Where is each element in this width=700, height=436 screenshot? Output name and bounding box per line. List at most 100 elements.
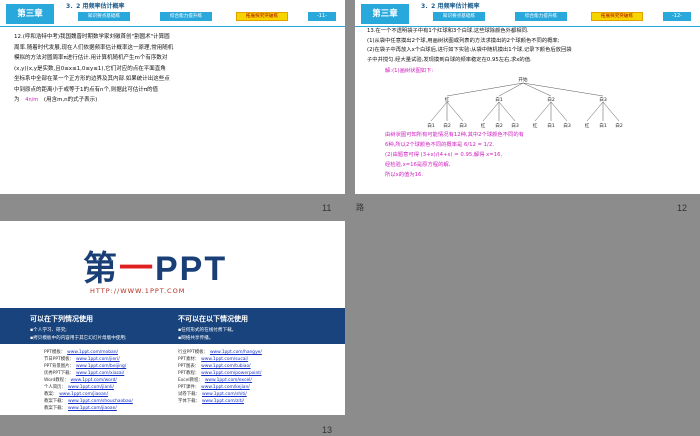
- link-row: PPT素材： www.1ppt.com/sucai/: [178, 357, 249, 362]
- tree-edges: [430, 82, 620, 122]
- link[interactable]: www.1ppt.com/excel/: [205, 378, 252, 383]
- tree-node-l1: 白1: [495, 96, 503, 103]
- link[interactable]: www.1ppt.com/sucai/: [201, 357, 248, 362]
- link-row: 教案下载： www.1ppt.com/shouchaobao/: [44, 399, 133, 404]
- tab-basic[interactable]: 知识要点基础练: [78, 12, 130, 21]
- link-row: Excel教程： www.1ppt.com/excel/: [178, 378, 252, 383]
- text-line: (1)从袋中任意摸出2个球,用画树状图或列表的方法求摸出的2个球颜色不同的概率;: [367, 37, 560, 44]
- text-line: 13.在一个不透明袋子中有1个红球和3个白球,这些球除颜色外都相同.: [367, 28, 529, 34]
- solution-body: 由树状图可知所有可能情况有12种,其中2个球颜色不同的有 6种,所以2个球颜色不…: [385, 130, 695, 180]
- link-row: 行业PPT模板： www.1ppt.com/hangye/: [178, 350, 262, 355]
- slide-11[interactable]: 第三章 3．2 用频率估计概率 知识要点基础练 综合能力提升练 拓展探究突破练 …: [0, 0, 345, 194]
- tree-node-l2: 白2: [495, 122, 503, 129]
- section-title: 3．2 用频率估计概率: [421, 3, 480, 10]
- text-line: 12.(呼和浩特中考)我国魏晋时期数学家刘徽首创"割圆术"计算圆: [14, 34, 170, 40]
- link[interactable]: www.1ppt.com/word/: [70, 378, 116, 383]
- text-line: 6种,所以2个球颜色不同的概率是 6/12 = 1/2.: [385, 142, 494, 148]
- tree-node-l1: 红: [445, 96, 450, 103]
- section-title: 3．2 用频率估计概率: [66, 3, 125, 10]
- tree-node-l1: 白2: [547, 96, 555, 103]
- tab-comprehensive[interactable]: 综合能力提升练: [160, 12, 212, 21]
- tab-extension[interactable]: 拓展探究突破练: [591, 12, 643, 21]
- slide-header: 第三章 3．2 用频率估计概率 知识要点基础练 综合能力提升练 拓展探究突破练 …: [0, 0, 345, 27]
- tree-node-l1: 白3: [599, 96, 607, 103]
- ppt-logo: 第一PPT: [83, 252, 227, 286]
- logo-url: HTTP://WWW.1PPT.COM: [90, 287, 186, 295]
- link-row: 节日PPT模板： www.1ppt.com/jieri/: [44, 357, 120, 362]
- answer-prefix: 为: [14, 97, 20, 103]
- text-line-answer: 为 4n/m (用含m,n的式子表示): [14, 95, 339, 106]
- allowed-heading: 可以在下列情况使用: [30, 315, 93, 323]
- text-line: 所以x的值为16.: [385, 172, 424, 178]
- tab-extension[interactable]: 拓展探究突破练: [236, 12, 288, 21]
- text-line: 中到原点的距离小于或等于1的点有n个,则据此可估计π的值: [14, 86, 159, 93]
- link-row: 试卷下载： www.1ppt.com/shiti/: [178, 392, 247, 397]
- answer-suffix: (用含m,n的式子表示): [43, 97, 98, 103]
- tree-node-l2: 白2: [615, 122, 623, 129]
- slide-number-13: 13: [322, 425, 333, 435]
- text-line: 周率.随着时代发展,现在人们依据频率估计概率这一原理,常用随机: [14, 44, 174, 51]
- text-line: 坐标系中全部在某一个正方形的边界及其内部.如果统计出这些点: [14, 76, 170, 82]
- header-page-number: -12-: [663, 12, 691, 21]
- link[interactable]: www.1ppt.com/tubiao/: [201, 364, 250, 369]
- text-line: (2)在袋子中再放入x个白球后,进行如下实验:从袋中随机摸出1个球,记录下颜色后…: [367, 47, 572, 53]
- tree-node-l2: 白1: [427, 122, 435, 129]
- link-row: 教案： www.1ppt.com/jiaoan/: [44, 392, 109, 397]
- allowed-item: ▪个人学习、研究;: [30, 328, 67, 333]
- link-row: PPT背景图片： www.1ppt.com/beijing/: [44, 364, 127, 369]
- link[interactable]: www.1ppt.com/ziti/: [202, 399, 244, 404]
- tab-basic[interactable]: 知识要点基础练: [433, 12, 485, 21]
- tree-node-l2: 红: [533, 122, 538, 129]
- slide-header: 第三章 3．2 用频率估计概率 知识要点基础练 综合能力提升练 拓展探究突破练 …: [355, 0, 700, 27]
- tree-node-l2: 白3: [563, 122, 571, 129]
- allowed-item: ▪拷贝模板中的内容用于其它幻灯片母版中使用;: [30, 336, 127, 341]
- link[interactable]: www.1ppt.com/hangye/: [210, 350, 262, 355]
- link[interactable]: www.1ppt.com/jiaoan/: [68, 406, 117, 411]
- header-divider: [0, 26, 345, 27]
- link-row: 教案下载： www.1ppt.com/jiaoan/: [44, 406, 117, 411]
- header-page-number: -11-: [308, 12, 336, 21]
- forbidden-item: ▪任何形式的在线付费下载。: [178, 328, 237, 333]
- link[interactable]: www.1ppt.com/shouchaobao/: [68, 399, 133, 404]
- chapter-label: 第三章: [361, 4, 409, 24]
- slide-12[interactable]: 第三章 3．2 用频率估计概率 知识要点基础练 综合能力提升练 拓展探究突破练 …: [355, 0, 700, 194]
- link[interactable]: www.1ppt.com/shiti/: [202, 392, 247, 397]
- tree-node-l2: 红: [585, 122, 590, 129]
- solution-title: 解:(1)画树状图如下:: [385, 68, 434, 74]
- link[interactable]: www.1ppt.com/powerpoint/: [201, 371, 261, 376]
- text-line: 模拟的方法对圆周率π进行估计.用计算机随机产生m个有序数对: [14, 55, 168, 61]
- link-row: 个人简历： www.1ppt.com/jianli/: [44, 385, 114, 390]
- link[interactable]: www.1ppt.com/jiaoan/: [59, 392, 108, 397]
- tree-node-l2: 白1: [547, 122, 555, 129]
- link-row: PPT教程： www.1ppt.com/powerpoint/: [178, 371, 262, 376]
- link-row: 字体下载： www.1ppt.com/ziti/: [178, 399, 245, 404]
- text-line: (2)由题意可得 (3+x)/(4+x) = 0.95,解得 x=16,: [385, 152, 503, 158]
- question-12: 12.(呼和浩特中考)我国魏晋时期数学家刘徽首创"割圆术"计算圆 周率.随着时代…: [14, 32, 339, 106]
- tree-node-l2: 白3: [459, 122, 467, 129]
- tab-comprehensive[interactable]: 综合能力提升练: [515, 12, 567, 21]
- link[interactable]: www.1ppt.com/moban/: [67, 350, 118, 355]
- logo-ppt: PPT: [155, 250, 228, 288]
- text-line: 子中并搅匀.经大量试验,发现摸到白球的频率稳定在0.95左右,求x的值.: [367, 56, 532, 63]
- tree-node-l2: 白1: [599, 122, 607, 129]
- answer-value: 4n/m: [25, 97, 39, 103]
- link[interactable]: www.1ppt.com/xiazai/: [76, 371, 124, 376]
- logo-char: 第: [83, 250, 119, 288]
- link[interactable]: www.1ppt.com/beijing/: [76, 364, 126, 369]
- stray-text: 路: [356, 203, 364, 212]
- link-row: 优秀PPT下载： www.1ppt.com/xiazai/: [44, 371, 125, 376]
- forbidden-item: ▪网络共享传播。: [178, 336, 214, 341]
- forbidden-heading: 不可以在以下情况使用: [178, 315, 248, 323]
- slide-number-11: 11: [322, 203, 332, 213]
- link[interactable]: www.1ppt.com/jieri/: [76, 357, 120, 362]
- text-line: 由树状图可知所有可能情况有12种,其中2个球颜色不同的有: [385, 132, 524, 138]
- link-row: Word教程： www.1ppt.com/word/: [44, 378, 117, 383]
- tree-root: 开始: [518, 76, 528, 83]
- link-row: PPT课件： www.1ppt.com/kejian/: [178, 385, 250, 390]
- logo-dash: 一: [119, 250, 155, 288]
- slide-number-12: 12: [677, 203, 688, 213]
- link[interactable]: www.1ppt.com/jianli/: [68, 385, 114, 390]
- text-line: 经检验,x=16是原方程的解,: [385, 162, 451, 168]
- tree-diagram: 开始 红 白1 白2 白3 白1 白2 白3 红 白2 白3 红 白1 白3 红…: [427, 76, 623, 129]
- link[interactable]: www.1ppt.com/kejian/: [201, 385, 250, 390]
